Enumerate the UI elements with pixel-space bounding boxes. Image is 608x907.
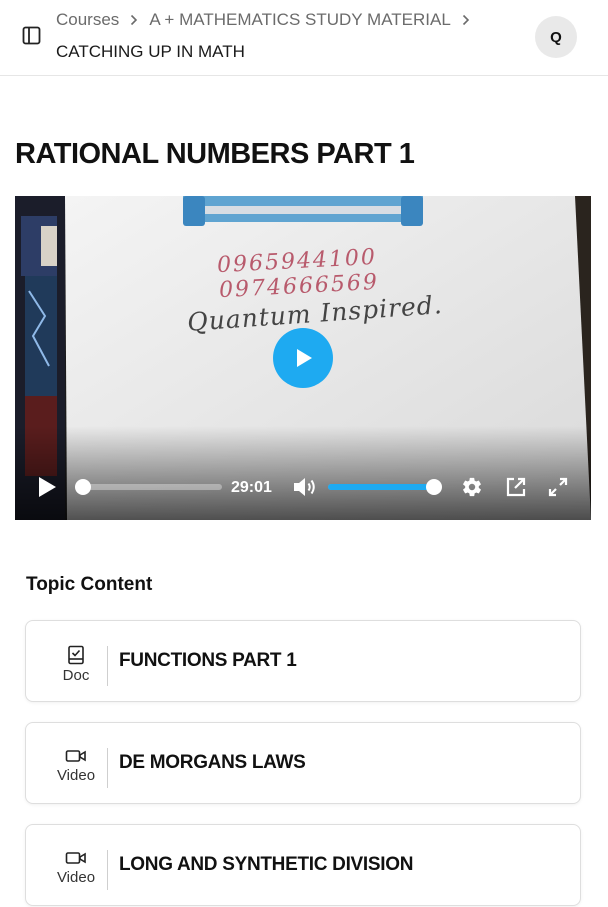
- topic-type: Doc: [42, 645, 110, 684]
- breadcrumb-current: CATCHING UP IN MATH: [56, 42, 245, 61]
- breadcrumb-study-material[interactable]: A + MATHEMATICS STUDY MATERIAL: [149, 9, 450, 31]
- breadcrumb-courses[interactable]: Courses: [56, 9, 119, 31]
- play-icon: [39, 477, 56, 497]
- topic-item-long-and-synthetic-division[interactable]: Video LONG AND SYNTHETIC DIVISION: [25, 824, 581, 906]
- topic-type-label: Video: [56, 869, 96, 886]
- topic-item-de-morgans-laws[interactable]: Video DE MORGANS LAWS: [25, 722, 581, 804]
- topic-item-functions-part-1[interactable]: Doc FUNCTIONS PART 1: [25, 620, 581, 702]
- sidebar-toggle-icon[interactable]: [22, 26, 44, 46]
- divider: [107, 646, 108, 686]
- top-header: Courses A + MATHEMATICS STUDY MATERIAL C…: [0, 0, 608, 76]
- settings-button[interactable]: [461, 476, 483, 503]
- topic-type-label: Video: [56, 767, 96, 784]
- topic-type: Video: [42, 849, 110, 886]
- topic-title: LONG AND SYNTHETIC DIVISION: [119, 854, 414, 875]
- progress-bar[interactable]: [75, 478, 225, 501]
- popout-button[interactable]: [505, 476, 527, 503]
- video-icon: [65, 852, 86, 864]
- topic-type: Video: [42, 747, 110, 784]
- chevron-right-icon: [130, 14, 138, 26]
- topic-type-label: Doc: [62, 667, 90, 684]
- divider: [107, 748, 108, 788]
- volume-slider[interactable]: [328, 478, 446, 501]
- video-player[interactable]: 0965944100 0974666569 Quantum Inspired. …: [15, 196, 591, 520]
- progress-knob: [75, 479, 91, 495]
- fullscreen-icon: [548, 477, 568, 497]
- play-icon: [297, 349, 312, 367]
- external-link-icon: [506, 477, 526, 497]
- big-play-button[interactable]: [273, 328, 333, 388]
- gear-icon: [463, 477, 481, 497]
- volume-button[interactable]: [292, 476, 318, 503]
- topic-content-heading: Topic Content: [26, 574, 153, 595]
- video-icon: [65, 750, 86, 762]
- doc-icon: [68, 645, 84, 665]
- divider: [107, 850, 108, 890]
- play-button[interactable]: [37, 475, 57, 504]
- breadcrumb: Courses A + MATHEMATICS STUDY MATERIAL C…: [56, 9, 526, 63]
- topic-title: FUNCTIONS PART 1: [119, 650, 297, 671]
- video-duration: 29:01: [231, 479, 272, 496]
- volume-icon: [294, 478, 315, 496]
- page-title: RATIONAL NUMBERS PART 1: [15, 138, 415, 170]
- avatar[interactable]: Q: [535, 16, 577, 58]
- fullscreen-button[interactable]: [547, 476, 569, 503]
- topic-title: DE MORGANS LAWS: [119, 752, 306, 773]
- chevron-right-icon: [462, 14, 470, 26]
